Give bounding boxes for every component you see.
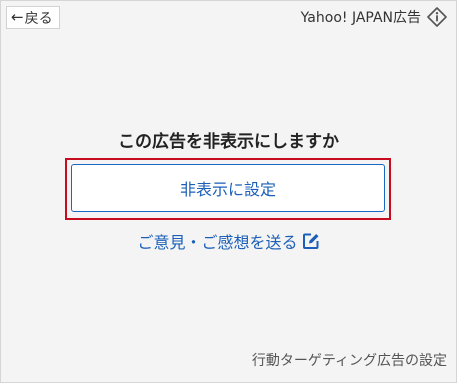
back-button[interactable]: ← 戻る [6, 6, 60, 29]
info-diamond-icon [427, 7, 447, 27]
hide-ad-button[interactable]: 非表示に設定 [71, 164, 385, 212]
feedback-link[interactable]: ご意見・ご感想を送る [1, 229, 456, 253]
targeting-settings-link[interactable]: 行動ターゲティング広告の設定 [252, 350, 447, 370]
edit-icon [302, 233, 318, 249]
back-button-label: 戻る [24, 10, 53, 27]
feedback-link-label: ご意見・ご感想を送る [137, 233, 298, 252]
sponsor-label[interactable]: Yahoo! JAPAN広告 [301, 7, 447, 27]
hide-ad-question: この広告を非表示にしますか [118, 132, 339, 152]
sponsor-text: Yahoo! JAPAN広告 [300, 10, 421, 26]
ad-hide-panel: ← 戻る Yahoo! JAPAN広告 この広告を非表示にしますか 非表示に設定… [0, 0, 457, 383]
hide-ad-button-label: 非表示に設定 [179, 180, 276, 199]
left-arrow-icon: ← [11, 8, 24, 26]
